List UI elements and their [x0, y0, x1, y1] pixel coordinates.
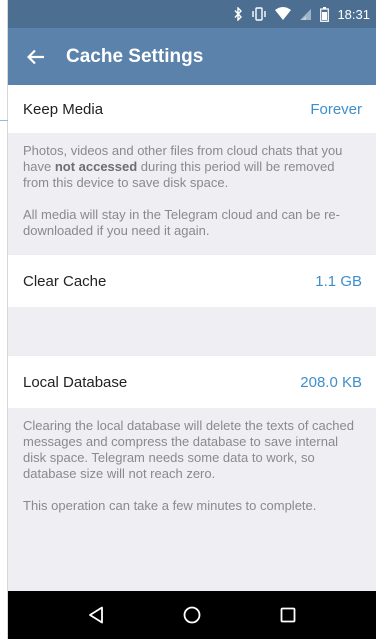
arrow-left-icon: [27, 49, 44, 64]
section-gap: [8, 307, 376, 356]
clear-cache-label: Clear Cache: [23, 272, 107, 290]
recents-square-icon: [280, 607, 296, 623]
page-title: Cache Settings: [66, 45, 204, 67]
home-circle-icon: [183, 606, 201, 624]
nav-back-button[interactable]: [76, 595, 116, 635]
wifi-icon: [275, 7, 292, 21]
keep-media-value: Forever: [310, 100, 362, 118]
app-window: 18:31 Cache Settings Keep Media Forever …: [8, 0, 376, 639]
keep-media-info-text: Photos, videos and other files from clou…: [23, 143, 343, 190]
vibrate-icon: [251, 7, 267, 21]
back-triangle-icon: [89, 606, 103, 624]
back-button[interactable]: [8, 28, 64, 85]
local-database-time-text: This operation can take a few minutes to…: [23, 498, 317, 513]
signal-icon: [299, 7, 312, 21]
system-nav-bar: [8, 591, 376, 639]
app-bar: Cache Settings: [8, 28, 376, 85]
not-accessed-bold: not accessed: [54, 159, 138, 174]
keep-media-row[interactable]: Keep Media Forever: [8, 85, 376, 133]
battery-icon: [320, 6, 330, 22]
bluetooth-icon: [233, 7, 243, 21]
local-database-row[interactable]: Local Database 208.0 KB: [8, 356, 376, 408]
nav-home-button[interactable]: [172, 595, 212, 635]
keep-media-info: Photos, videos and other files from clou…: [8, 133, 376, 255]
nav-recents-button[interactable]: [268, 595, 308, 635]
keep-media-cloud-text: All media will stay in the Telegram clou…: [23, 207, 340, 238]
clear-cache-value: 1.1 GB: [315, 272, 362, 290]
local-database-info-text: Clearing the local database will delete …: [23, 418, 354, 481]
keep-media-label: Keep Media: [23, 100, 104, 118]
left-frame-edge: [0, 0, 8, 639]
local-database-info: Clearing the local database will delete …: [8, 408, 376, 524]
status-time: 18:31: [337, 6, 370, 22]
local-database-value: 208.0 KB: [300, 373, 362, 391]
local-database-label: Local Database: [23, 373, 128, 391]
clear-cache-row[interactable]: Clear Cache 1.1 GB: [8, 255, 376, 307]
status-bar: 18:31: [8, 0, 376, 28]
